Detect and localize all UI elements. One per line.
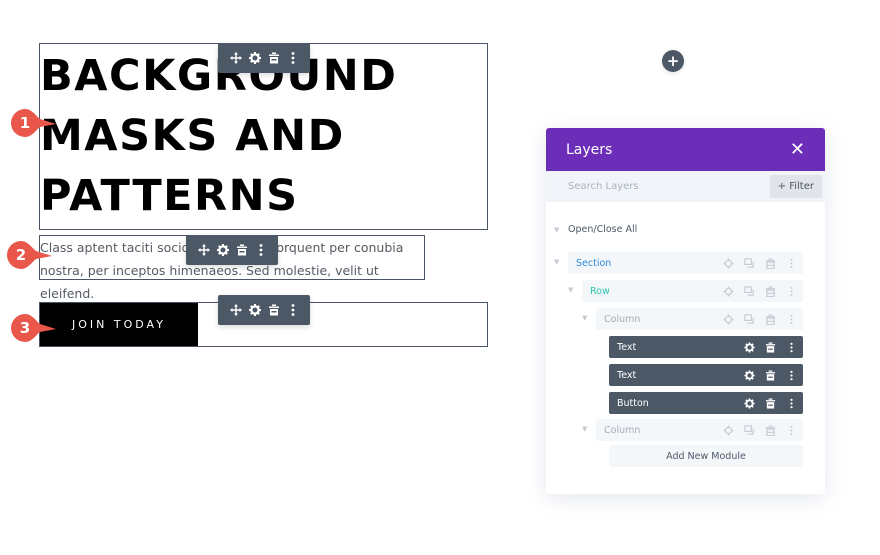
gear-icon[interactable] [722, 285, 734, 297]
join-today-label: JOIN TODAY [72, 318, 166, 331]
gear-icon[interactable] [722, 424, 734, 436]
search-layers-input[interactable] [568, 181, 748, 192]
badge-number: 3 [19, 319, 31, 337]
callout-badge-2: 2 [6, 240, 54, 270]
layer-label: Column [604, 313, 641, 325]
move-icon[interactable] [229, 51, 243, 65]
layer-label: Row [590, 285, 610, 297]
trash-icon[interactable] [764, 285, 776, 297]
more-vertical-icon[interactable] [785, 257, 797, 269]
filter-button[interactable]: + Filter [769, 175, 822, 198]
trash-icon[interactable] [764, 397, 776, 409]
duplicate-icon[interactable] [743, 257, 755, 269]
move-icon[interactable] [229, 303, 243, 317]
duplicate-icon[interactable] [743, 313, 755, 325]
layers-panel-title: Layers [566, 141, 613, 158]
layer-label: Button [617, 397, 649, 409]
gear-icon[interactable] [743, 341, 755, 353]
more-vertical-icon[interactable] [785, 369, 797, 381]
caret-down-icon[interactable]: ▼ [554, 258, 559, 266]
layer-label: Text [617, 369, 637, 381]
badge-number: 1 [19, 114, 31, 132]
trash-icon[interactable] [235, 243, 249, 257]
layer-row-column[interactable]: Column [596, 419, 803, 441]
gear-icon[interactable] [743, 397, 755, 409]
layer-label: Text [617, 341, 637, 353]
text-module-toolbar [186, 235, 278, 265]
more-vertical-icon[interactable] [785, 285, 797, 297]
gear-icon[interactable] [248, 303, 262, 317]
layers-panel: Layers ✕ + Filter ▼ Open/Close All ▼ Sec… [546, 128, 825, 494]
gear-icon[interactable] [248, 51, 262, 65]
gear-icon[interactable] [743, 369, 755, 381]
layer-row-button-module[interactable]: Button [609, 392, 803, 414]
more-vertical-icon[interactable] [286, 51, 300, 65]
layer-row-row[interactable]: Row [582, 280, 803, 302]
layer-row-column[interactable]: Column [596, 308, 803, 330]
layer-row-text-module[interactable]: Text [609, 336, 803, 358]
heading-module-toolbar [218, 43, 310, 73]
trash-icon[interactable] [764, 341, 776, 353]
layers-panel-header[interactable]: Layers ✕ [546, 128, 825, 171]
add-new-module-label: Add New Module [666, 450, 746, 462]
more-vertical-icon[interactable] [785, 424, 797, 436]
open-close-all-label: Open/Close All [568, 224, 638, 235]
trash-icon[interactable] [764, 257, 776, 269]
join-today-button[interactable]: JOIN TODAY [40, 303, 198, 346]
move-icon[interactable] [197, 243, 211, 257]
caret-down-icon[interactable]: ▼ [582, 425, 587, 433]
button-module-toolbar [218, 295, 310, 325]
trash-icon[interactable] [764, 424, 776, 436]
trash-icon[interactable] [267, 51, 281, 65]
duplicate-icon[interactable] [743, 285, 755, 297]
layer-label: Column [604, 424, 641, 436]
caret-down-icon[interactable]: ▼ [582, 314, 587, 322]
layer-row-section[interactable]: Section [568, 252, 803, 274]
more-vertical-icon[interactable] [785, 397, 797, 409]
plus-icon: + [666, 51, 680, 70]
caret-down-icon[interactable]: ▼ [554, 226, 568, 234]
duplicate-icon[interactable] [743, 424, 755, 436]
more-vertical-icon[interactable] [785, 341, 797, 353]
gear-icon[interactable] [722, 313, 734, 325]
close-icon[interactable]: ✕ [790, 140, 805, 159]
heading-text[interactable]: BACKGROUND MASKS AND PATTERNS [40, 46, 480, 226]
gear-icon[interactable] [722, 257, 734, 269]
callout-badge-1: 1 [10, 108, 58, 138]
callout-badge-3: 3 [10, 313, 58, 343]
add-section-button[interactable]: + [662, 50, 684, 72]
trash-icon[interactable] [764, 313, 776, 325]
badge-number: 2 [15, 246, 27, 264]
caret-down-icon[interactable]: ▼ [568, 286, 573, 294]
trash-icon[interactable] [267, 303, 281, 317]
trash-icon[interactable] [764, 369, 776, 381]
more-vertical-icon[interactable] [286, 303, 300, 317]
layer-row-text-module[interactable]: Text [609, 364, 803, 386]
layers-search-bar: + Filter [546, 171, 825, 202]
gear-icon[interactable] [216, 243, 230, 257]
more-vertical-icon[interactable] [785, 313, 797, 325]
add-new-module-button[interactable]: Add New Module [609, 445, 803, 467]
more-vertical-icon[interactable] [254, 243, 268, 257]
layer-label: Section [576, 257, 612, 269]
open-close-all-toggle[interactable]: ▼ Open/Close All [554, 224, 637, 235]
